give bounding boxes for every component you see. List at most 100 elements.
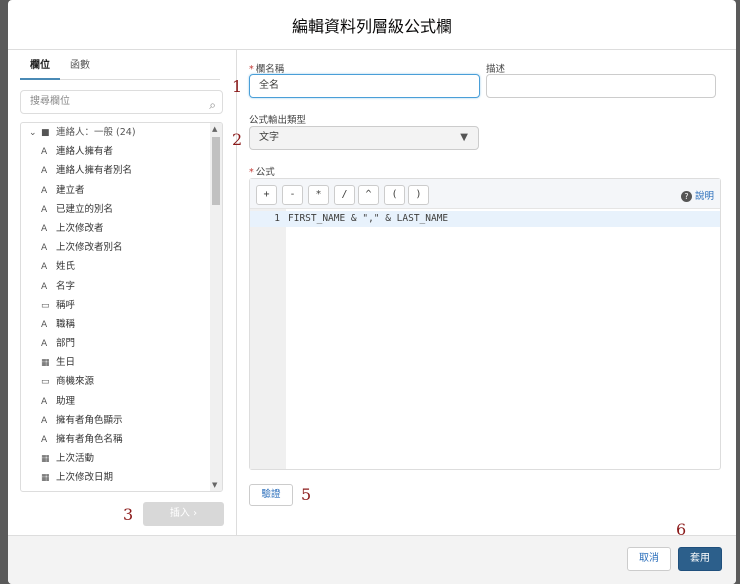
text-field-icon: A <box>41 243 48 254</box>
op-plus-button[interactable]: + <box>256 185 277 205</box>
scrollbar[interactable]: ▲ ▼ <box>210 123 222 491</box>
text-field-icon: A <box>41 415 48 426</box>
formula-modal: 編輯資料列層級公式欄 欄位 函數 搜尋欄位 ⌕ ⌄ ■ 連絡人：一般 (24) A … <box>8 0 736 584</box>
field-label: 擁有者角色名稱 <box>56 434 123 445</box>
field-item[interactable]: ▭ 商機來源 <box>21 372 222 391</box>
field-item[interactable]: A 已建立的別名 <box>21 200 222 219</box>
type-label: 公式輸出類型 <box>249 115 307 126</box>
field-label: 職稱 <box>56 318 76 330</box>
cancel-button[interactable]: 取消 <box>627 547 671 571</box>
annotation-1: 1 <box>232 77 243 96</box>
date-field-icon: ▦ <box>41 473 50 484</box>
op-close-paren-button[interactable]: ) <box>408 185 429 205</box>
field-label: 稱呼 <box>56 299 76 311</box>
field-item[interactable]: A 上次修改者 <box>21 219 222 238</box>
search-icon: ⌕ <box>209 98 216 112</box>
field-label: 部門 <box>56 338 76 350</box>
text-field-icon: A <box>41 185 48 196</box>
help-link[interactable]: ? 說明 <box>680 188 714 202</box>
field-item[interactable]: A 擁有者角色名稱 <box>21 430 222 449</box>
op-multiply-button[interactable]: * <box>308 185 329 205</box>
annotation-3: 3 <box>123 505 134 524</box>
validate-button[interactable]: 驗證 <box>249 484 293 506</box>
panel-tabs: 欄位 函數 <box>20 58 220 80</box>
field-item[interactable]: ▭ 稱呼 <box>21 296 222 315</box>
field-label: 商機來源 <box>56 376 95 388</box>
folder-icon: ■ <box>41 128 50 138</box>
field-item[interactable]: A 助理 <box>21 392 222 411</box>
op-minus-button[interactable]: - <box>282 185 303 205</box>
operator-toolbar: + - * / ^ ( ) ? 說明 <box>250 179 720 209</box>
output-type-select[interactable]: 文字 ▼ <box>249 126 479 150</box>
name-label: * 欄名稱 <box>249 64 285 75</box>
search-placeholder: 搜尋欄位 <box>30 96 70 107</box>
chevron-down-icon: ⌄ <box>29 128 37 138</box>
field-item[interactable]: ▦ 上次活動 <box>21 449 222 468</box>
field-item[interactable]: A 姓氏 <box>21 257 222 276</box>
text-field-icon: A <box>41 166 48 177</box>
field-item[interactable]: A 擁有者角色顯示 <box>21 411 222 430</box>
field-label: 擁有者角色顯示 <box>56 414 123 426</box>
text-field-icon: A <box>41 204 48 215</box>
picklist-field-icon: ▭ <box>41 300 50 311</box>
date-field-icon: ▦ <box>41 454 50 465</box>
field-item[interactable]: ▦ 生日 <box>21 353 222 372</box>
field-label: 上次修改日期 <box>56 472 114 484</box>
picklist-field-icon: ▭ <box>41 377 50 388</box>
field-label: 建立者 <box>56 184 85 196</box>
field-item[interactable]: A 上次修改者別名 <box>21 238 222 257</box>
insert-button[interactable]: 插入 › <box>143 502 224 526</box>
caret-down-icon: ▼ <box>460 132 468 143</box>
tab-fields[interactable]: 欄位 <box>20 58 60 80</box>
field-item[interactable]: A 連絡人擁有者 <box>21 142 222 161</box>
field-search-input[interactable]: 搜尋欄位 ⌕ <box>20 90 223 114</box>
field-item[interactable]: A 部門 <box>21 334 222 353</box>
modal-title: 編輯資料列層級公式欄 <box>8 0 736 50</box>
op-power-button[interactable]: ^ <box>358 185 379 205</box>
text-field-icon: A <box>41 223 48 234</box>
op-divide-button[interactable]: / <box>334 185 355 205</box>
formula-editor[interactable]: + - * / ^ ( ) ? 說明 1 FIRST_NAME & "," & LA… <box>249 178 721 470</box>
text-field-icon: A <box>41 435 48 445</box>
desc-label: 描述 <box>486 64 506 75</box>
modal-footer: 取消 套用 <box>8 535 736 584</box>
code-line[interactable]: 1 FIRST_NAME & "," & LAST_NAME <box>250 211 720 227</box>
field-item[interactable]: A 職稱 <box>21 315 222 334</box>
tab-functions[interactable]: 函數 <box>60 58 100 80</box>
tree-group[interactable]: ⌄ ■ 連絡人：一般 (24) <box>21 123 222 142</box>
scroll-thumb[interactable] <box>212 137 220 205</box>
field-item[interactable]: A 建立者 <box>21 181 222 200</box>
text-field-icon: A <box>41 281 48 292</box>
scroll-up-icon[interactable]: ▲ <box>212 125 217 133</box>
formula-label: * 公式 <box>249 167 275 178</box>
op-open-paren-button[interactable]: ( <box>384 185 405 205</box>
field-item[interactable]: ▦ 上次修改日期 <box>21 468 222 487</box>
field-label: 生日 <box>56 357 76 369</box>
scroll-down-icon[interactable]: ▼ <box>212 481 217 489</box>
group-label: 連絡人：一般 (24) <box>56 127 136 138</box>
field-label: 上次修改者 <box>56 222 104 234</box>
description-input[interactable] <box>486 74 716 98</box>
field-label: 上次活動 <box>56 453 95 465</box>
field-label: 已建立的別名 <box>56 203 114 215</box>
line-gutter <box>250 209 286 469</box>
formula-text: FIRST_NAME & "," & LAST_NAME <box>288 213 449 224</box>
date-field-icon: ▦ <box>41 358 50 369</box>
field-item[interactable]: A 名字 <box>21 277 222 296</box>
annotation-2: 2 <box>232 130 243 149</box>
field-label: 連絡人擁有者別名 <box>56 165 133 177</box>
line-number: 1 <box>274 213 280 224</box>
field-label: 助理 <box>56 395 76 407</box>
field-label: 上次修改者別名 <box>56 242 123 254</box>
field-label: 名字 <box>56 280 76 292</box>
text-field-icon: A <box>41 262 48 273</box>
text-field-icon: A <box>41 339 48 350</box>
field-panel: 欄位 函數 搜尋欄位 ⌕ ⌄ ■ 連絡人：一般 (24) A 連絡人擁有者 A 連絡人… <box>8 50 237 535</box>
name-input[interactable]: 全名 <box>249 74 480 98</box>
field-item[interactable]: A 連絡人擁有者別名 <box>21 161 222 180</box>
text-field-icon: A <box>41 396 48 407</box>
field-tree: ⌄ ■ 連絡人：一般 (24) A 連絡人擁有者 A 連絡人擁有者別名 A 建立者 A … <box>20 122 223 492</box>
text-field-icon: A <box>41 147 48 158</box>
help-icon: ? <box>680 191 692 202</box>
apply-button[interactable]: 套用 <box>678 547 722 571</box>
